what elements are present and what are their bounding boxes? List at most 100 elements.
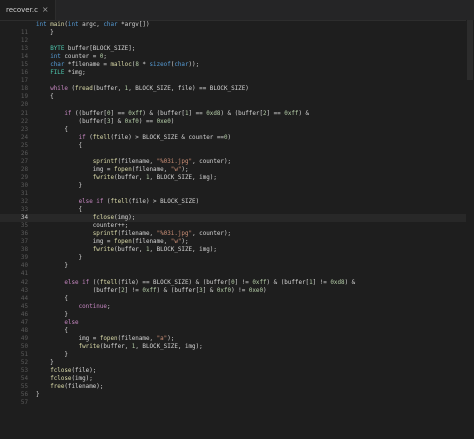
- code-line[interactable]: 13 BYTE buffer[BLOCK_SIZE];: [0, 45, 474, 53]
- code-text: fwrite(buffer, 1, BLOCK_SIZE, img);: [92, 174, 217, 181]
- line-number: 47: [20, 319, 28, 326]
- code-line[interactable]: 51 }: [0, 351, 474, 359]
- line-number: 46: [20, 311, 28, 318]
- editor-window: recover.c × int main(int argc, char *arg…: [0, 0, 474, 439]
- code-line[interactable]: 34 fclose(img);: [0, 214, 474, 223]
- code-line[interactable]: 33 {: [0, 206, 474, 214]
- line-number: 37: [20, 239, 28, 246]
- code-line[interactable]: 16 FILE *img;: [0, 69, 474, 77]
- code-line[interactable]: 55 free(filename);: [0, 383, 474, 391]
- line-number: 36: [20, 231, 28, 238]
- line-number: 23: [20, 126, 28, 133]
- code-text: }: [36, 263, 68, 270]
- code-line[interactable]: 18 while (fread(buffer, 1, BLOCK_SIZE, f…: [0, 85, 474, 93]
- code-line[interactable]: 21 if ((buffer[0] == 0xff) & (buffer[1] …: [0, 110, 474, 118]
- code-line[interactable]: 19 {: [0, 93, 474, 101]
- code-line[interactable]: 17: [0, 77, 474, 85]
- code-line[interactable]: 11 }: [0, 29, 474, 37]
- line-number: 19: [20, 94, 28, 101]
- code-line[interactable]: 35 counter++;: [0, 222, 474, 230]
- line-number: 40: [20, 263, 28, 270]
- line-number: 11: [20, 30, 28, 37]
- code-area[interactable]: int main(int argc, char *argv[]) 11 } 12 13…: [0, 21, 474, 439]
- code-line[interactable]: 22 (buffer[3] & 0xf0) == 0xe0): [0, 118, 474, 126]
- tab-recover-c[interactable]: recover.c ×: [0, 0, 56, 20]
- code-text: }: [36, 359, 54, 366]
- scrollbar-thumb[interactable]: [467, 20, 473, 80]
- code-line[interactable]: 37 img = fopen(filename, "w");: [0, 238, 474, 246]
- line-number: 34: [20, 215, 28, 222]
- code-line[interactable]: 57: [0, 399, 474, 407]
- code-line[interactable]: 43 (buffer[2] != 0xff) & (buffer[3] & 0x…: [0, 287, 474, 295]
- code-text: {: [36, 94, 54, 101]
- code-line[interactable]: 44 {: [0, 295, 474, 303]
- line-number: 25: [20, 142, 28, 149]
- line-number: 54: [20, 376, 28, 383]
- code-line[interactable]: int main(int argc, char *argv[]): [0, 21, 474, 29]
- code-line[interactable]: 27 sprintf(filename, "%03i.jpg", counter…: [0, 158, 474, 166]
- code-line[interactable]: 48 {: [0, 327, 474, 335]
- code-line[interactable]: 38 fwrite(buffer, 1, BLOCK_SIZE, img);: [0, 246, 474, 254]
- code-text: free(filename);: [50, 384, 104, 391]
- code-line[interactable]: 56}: [0, 391, 474, 399]
- code-line[interactable]: 29 fwrite(buffer, 1, BLOCK_SIZE, img);: [0, 174, 474, 182]
- line-number: 41: [20, 271, 28, 278]
- code-line[interactable]: 39 }: [0, 254, 474, 262]
- code-text: (buffer[3] & 0xf0) == 0xe0): [36, 118, 175, 125]
- line-number: 12: [20, 38, 28, 45]
- code-editor[interactable]: int main(int argc, char *argv[]) 11 } 12 13…: [0, 21, 474, 439]
- code-line[interactable]: 14 int counter = 0;: [0, 53, 474, 61]
- code-line[interactable]: 24 if (ftell(file) > BLOCK_SIZE & counte…: [0, 134, 474, 142]
- code-line[interactable]: 15 char *filename = malloc(8 * sizeof(ch…: [0, 61, 474, 69]
- code-text: {: [36, 327, 68, 334]
- line-number: 43: [20, 287, 28, 294]
- code-line[interactable]: 32 else if (ftell(file) > BLOCK_SIZE): [0, 198, 474, 206]
- code-line[interactable]: 26: [0, 150, 474, 158]
- line-number: 29: [20, 174, 28, 181]
- line-number: 51: [20, 351, 28, 358]
- line-number: 45: [20, 303, 28, 310]
- line-number: 38: [20, 247, 28, 254]
- code-line[interactable]: 52 }: [0, 359, 474, 367]
- line-number: 49: [20, 335, 28, 342]
- code-text: (buffer[2] != 0xff) & (buffer[3] & 0xf0)…: [36, 287, 267, 294]
- code-line[interactable]: 50 fwrite(buffer, 1, BLOCK_SIZE, img);: [0, 343, 474, 351]
- code-text: {: [36, 207, 83, 214]
- code-line[interactable]: 42 else if ((ftell(file) == BLOCK_SIZE) …: [0, 279, 474, 287]
- code-line[interactable]: 12: [0, 37, 474, 45]
- code-text: fclose(file);: [50, 368, 97, 375]
- line-number: 30: [20, 182, 28, 189]
- line-number: [0, 21, 32, 29]
- code-text: }: [36, 255, 83, 262]
- code-text: if ((buffer[0] == 0xff) & (buffer[1] == …: [64, 110, 310, 117]
- code-text: }: [36, 30, 54, 37]
- code-text: sprintf(filename, "%03i.jpg", counter);: [92, 231, 232, 238]
- code-line[interactable]: 23 {: [0, 126, 474, 134]
- code-line[interactable]: 36 sprintf(filename, "%03i.jpg", counter…: [0, 230, 474, 238]
- code-text: char *filename = malloc(8 * sizeof(char)…: [50, 62, 200, 69]
- code-line[interactable]: 54 fclose(img);: [0, 375, 474, 383]
- code-line[interactable]: 45 continue;: [0, 303, 474, 311]
- code-line[interactable]: 40 }: [0, 262, 474, 270]
- code-line[interactable]: 46 }: [0, 311, 474, 319]
- code-line[interactable]: 49 img = fopen(filename, "a");: [0, 335, 474, 343]
- code-text: if (ftell(file) > BLOCK_SIZE & counter =…: [78, 134, 232, 141]
- code-line[interactable]: 30 }: [0, 182, 474, 190]
- line-number: 22: [20, 118, 28, 125]
- line-number: 24: [20, 134, 28, 141]
- code-text: else if ((ftell(file) == BLOCK_SIZE) & (…: [64, 279, 356, 286]
- code-line[interactable]: 41: [0, 270, 474, 278]
- code-line[interactable]: 20: [0, 101, 474, 109]
- vertical-scrollbar[interactable]: [466, 20, 474, 438]
- code-line[interactable]: 28 img = fopen(filename, "w");: [0, 166, 474, 174]
- code-line[interactable]: 31: [0, 190, 474, 198]
- code-line[interactable]: 25 {: [0, 142, 474, 150]
- close-icon[interactable]: ×: [42, 6, 49, 14]
- code-line[interactable]: 47 else: [0, 319, 474, 327]
- code-text: else: [64, 319, 79, 326]
- code-line[interactable]: 53 fclose(file);: [0, 367, 474, 375]
- line-number: 44: [20, 295, 28, 302]
